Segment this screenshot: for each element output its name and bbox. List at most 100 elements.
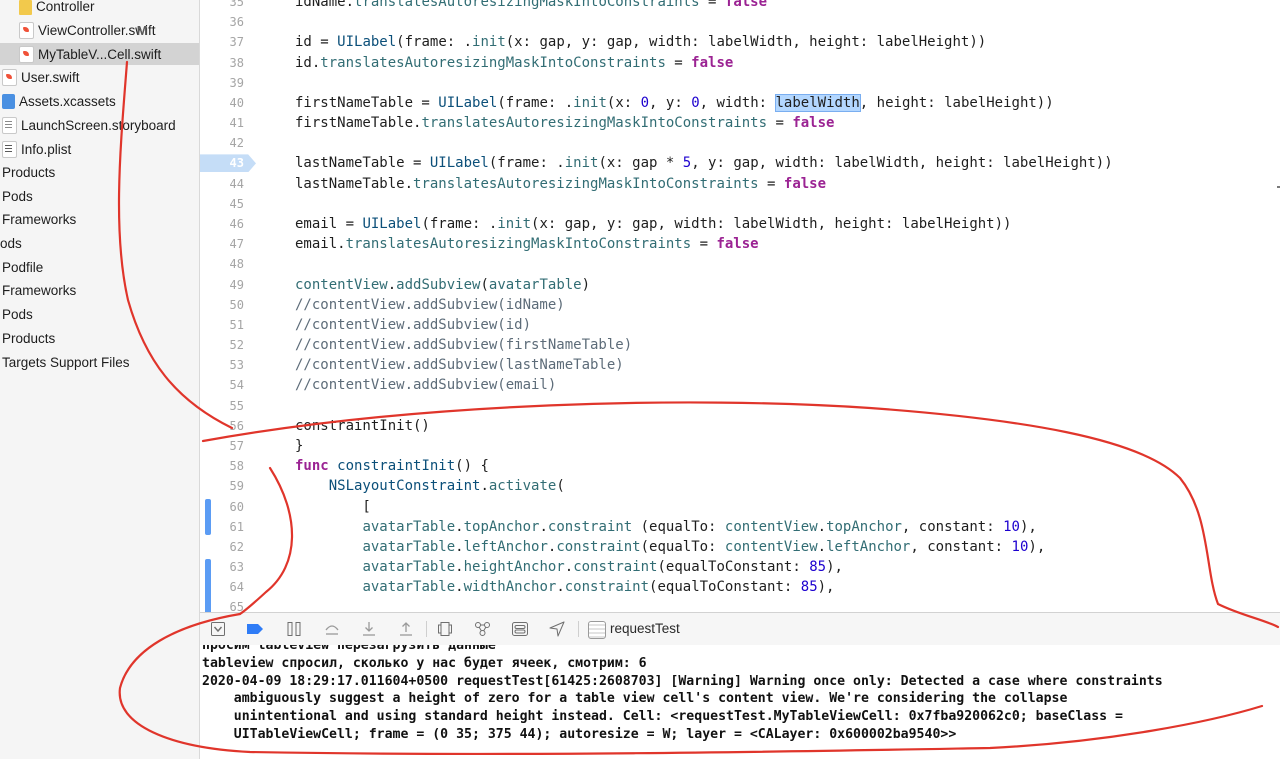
- navigator-item[interactable]: LaunchScreen.storyboard: [0, 114, 176, 136]
- code-line[interactable]: 50 //contentView.addSubview(idName): [200, 295, 1280, 315]
- code-text[interactable]: id = UILabel(frame: .init(x: gap, y: gap…: [295, 32, 986, 52]
- code-line[interactable]: 61 avatarTable.topAnchor.constraint (equ…: [200, 517, 1280, 537]
- code-text[interactable]: firstNameTable = UILabel(frame: .init(x:…: [295, 93, 1054, 113]
- line-number[interactable]: 36: [200, 12, 244, 32]
- line-number[interactable]: 51: [200, 315, 244, 335]
- navigator-item[interactable]: Products: [0, 161, 55, 183]
- code-line[interactable]: 36: [200, 12, 1280, 32]
- code-text[interactable]: }: [295, 436, 303, 456]
- code-text[interactable]: //contentView.addSubview(id): [295, 315, 531, 335]
- code-text[interactable]: //contentView.addSubview(email): [295, 375, 556, 395]
- line-number[interactable]: 56: [200, 416, 244, 436]
- code-line[interactable]: 45: [200, 194, 1280, 214]
- code-line[interactable]: 58 func constraintInit() {: [200, 456, 1280, 476]
- code-line[interactable]: 55: [200, 396, 1280, 416]
- code-line[interactable]: 62 avatarTable.leftAnchor.constraint(equ…: [200, 537, 1280, 557]
- code-text[interactable]: func constraintInit() {: [295, 456, 489, 476]
- code-line[interactable]: 52 //contentView.addSubview(firstNameTabl…: [200, 335, 1280, 355]
- code-line[interactable]: 41 firstNameTable.translatesAutoresizingM…: [200, 113, 1280, 133]
- code-line[interactable]: 39: [200, 73, 1280, 93]
- line-number[interactable]: 48: [200, 254, 244, 274]
- code-text[interactable]: id.translatesAutoresizingMaskIntoConstra…: [295, 53, 733, 73]
- line-number[interactable]: 57: [200, 436, 244, 456]
- line-number[interactable]: 40: [200, 93, 244, 113]
- code-text[interactable]: //contentView.addSubview(idName): [295, 295, 565, 315]
- code-line[interactable]: 64 avatarTable.widthAnchor.constraint(eq…: [200, 577, 1280, 597]
- line-number[interactable]: 59: [200, 476, 244, 496]
- pause-button[interactable]: [285, 620, 303, 638]
- code-text[interactable]: idName.translatesAutoresizingMaskIntoCon…: [295, 0, 767, 12]
- debug-target-name[interactable]: requestTest: [610, 621, 680, 636]
- code-line[interactable]: 40 firstNameTable = UILabel(frame: .init(…: [200, 93, 1280, 113]
- line-number[interactable]: 50: [200, 295, 244, 315]
- code-text[interactable]: avatarTable.widthAnchor.constraint(equal…: [295, 577, 834, 597]
- code-text[interactable]: firstNameTable.translatesAutoresizingMas…: [295, 113, 834, 133]
- code-line[interactable]: 51 //contentView.addSubview(id): [200, 315, 1280, 335]
- line-number[interactable]: 62: [200, 537, 244, 557]
- debug-memory-graph-button[interactable]: [474, 620, 492, 638]
- breakpoints-toggle-button[interactable]: [246, 620, 264, 638]
- code-line[interactable]: 38 id.translatesAutoresizingMaskIntoConst…: [200, 53, 1280, 73]
- code-line[interactable]: 43 lastNameTable = UILabel(frame: .init(x…: [200, 153, 1280, 173]
- code-text[interactable]: lastNameTable.translatesAutoresizingMask…: [295, 174, 826, 194]
- navigator-item[interactable]: Frameworks: [0, 279, 76, 301]
- code-line[interactable]: 60 [: [200, 497, 1280, 517]
- code-line[interactable]: 54 //contentView.addSubview(email): [200, 375, 1280, 395]
- navigator-item[interactable]: Controller: [0, 0, 95, 17]
- code-line[interactable]: 59 NSLayoutConstraint.activate(: [200, 476, 1280, 496]
- navigator-item[interactable]: MyTableV...Cell.swiftM: [0, 43, 199, 65]
- code-text[interactable]: avatarTable.topAnchor.constraint (equalT…: [295, 517, 1036, 537]
- line-number[interactable]: 47: [200, 234, 244, 254]
- line-number[interactable]: 52: [200, 335, 244, 355]
- code-line[interactable]: 47 email.translatesAutoresizingMaskIntoCo…: [200, 234, 1280, 254]
- line-number[interactable]: 39: [200, 73, 244, 93]
- debug-console[interactable]: просим tableview перезагрузить данные tab…: [200, 645, 1280, 759]
- navigator-item[interactable]: Assets.xcassets: [0, 90, 116, 112]
- code-text[interactable]: avatarTable.leftAnchor.constraint(equalT…: [295, 537, 1045, 557]
- code-line[interactable]: 37 id = UILabel(frame: .init(x: gap, y: g…: [200, 32, 1280, 52]
- navigator-item[interactable]: Products: [0, 327, 55, 349]
- hide-debug-area-button[interactable]: [209, 620, 227, 638]
- line-number[interactable]: 42: [200, 133, 244, 153]
- navigator-item[interactable]: Podfile: [0, 256, 43, 278]
- code-line[interactable]: 63 avatarTable.heightAnchor.constraint(e…: [200, 557, 1280, 577]
- code-line[interactable]: 56 constraintInit(): [200, 416, 1280, 436]
- line-number[interactable]: 38: [200, 53, 244, 73]
- code-line[interactable]: 42: [200, 133, 1280, 153]
- code-text[interactable]: lastNameTable = UILabel(frame: .init(x: …: [295, 153, 1113, 173]
- step-into-button[interactable]: [360, 620, 378, 638]
- code-text[interactable]: //contentView.addSubview(lastNameTable): [295, 355, 624, 375]
- navigator-item[interactable]: Frameworks: [0, 208, 76, 230]
- code-text[interactable]: avatarTable.heightAnchor.constraint(equa…: [295, 557, 842, 577]
- line-number[interactable]: 49: [200, 275, 244, 295]
- navigator-item[interactable]: Info.plist: [0, 138, 71, 160]
- line-number[interactable]: 45: [200, 194, 244, 214]
- navigator-item[interactable]: Targets Support Files: [0, 351, 130, 373]
- code-line[interactable]: 44 lastNameTable.translatesAutoresizingMa…: [200, 174, 1280, 194]
- navigator-item[interactable]: Pods: [0, 185, 33, 207]
- code-line[interactable]: 35 idName.translatesAutoresizingMaskIntoC…: [200, 0, 1280, 12]
- line-number[interactable]: 35: [200, 0, 244, 12]
- code-text[interactable]: contentView.addSubview(avatarTable): [295, 275, 590, 295]
- code-line[interactable]: 65: [200, 597, 1280, 612]
- line-number[interactable]: 53: [200, 355, 244, 375]
- line-number[interactable]: 41: [200, 113, 244, 133]
- step-out-button[interactable]: [397, 620, 415, 638]
- step-over-button[interactable]: [323, 620, 341, 638]
- code-line[interactable]: 57}: [200, 436, 1280, 456]
- line-number[interactable]: 37: [200, 32, 244, 52]
- simulate-location-button[interactable]: [548, 620, 566, 638]
- code-text[interactable]: email.translatesAutoresizingMaskIntoCons…: [295, 234, 759, 254]
- debug-view-hierarchy-button[interactable]: [436, 620, 454, 638]
- code-editor[interactable]: 35 idName.translatesAutoresizingMaskIntoC…: [200, 0, 1280, 612]
- code-text[interactable]: email = UILabel(frame: .init(x: gap, y: …: [295, 214, 1011, 234]
- code-line[interactable]: 48: [200, 254, 1280, 274]
- line-number[interactable]: 46: [200, 214, 244, 234]
- code-line[interactable]: 46 email = UILabel(frame: .init(x: gap, y…: [200, 214, 1280, 234]
- navigator-item[interactable]: ods: [0, 232, 22, 254]
- line-number[interactable]: 43: [200, 153, 244, 173]
- code-line[interactable]: 49 contentView.addSubview(avatarTable): [200, 275, 1280, 295]
- line-number[interactable]: 44: [200, 174, 244, 194]
- navigator-item[interactable]: User.swift: [0, 66, 80, 88]
- navigator-item[interactable]: Pods: [0, 303, 33, 325]
